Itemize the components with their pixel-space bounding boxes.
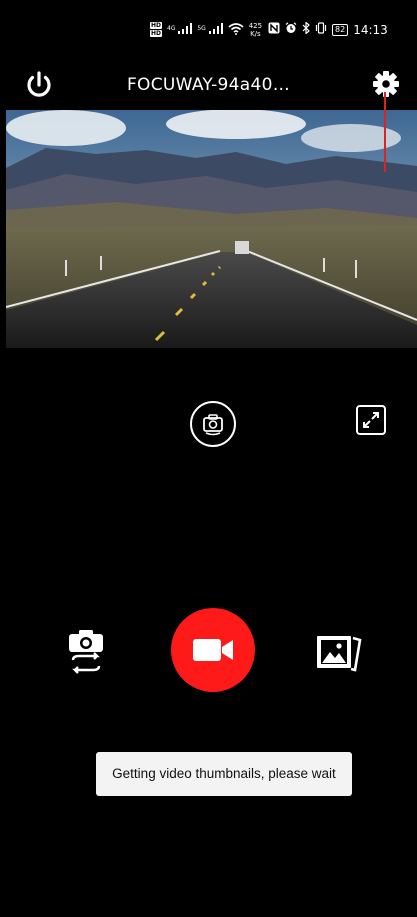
loading-toast: Getting video thumbnails, please wait (96, 752, 352, 796)
cell-signal-1-icon: 4G (167, 23, 193, 37)
gallery-button[interactable] (313, 630, 363, 672)
wifi-icon (228, 22, 244, 38)
clock: 14:13 (353, 22, 388, 37)
top-bar: FOCUWAY-94a40… (0, 62, 417, 106)
device-title: FOCUWAY-94a40… (126, 75, 291, 95)
fullscreen-button[interactable] (355, 404, 387, 436)
vibrate-icon (315, 22, 327, 37)
settings-button[interactable] (370, 68, 402, 100)
live-camera-preview[interactable] (6, 110, 417, 348)
gear-icon (373, 71, 399, 97)
hd-badge: HD HD (150, 22, 163, 37)
alarm-icon (285, 22, 297, 37)
bluetooth-icon (302, 21, 310, 37)
network-speed: 425 K/s (248, 22, 263, 38)
camera-switch-icon (203, 414, 223, 436)
status-bar: HD HD 4G 5G 425 K/s 82 14:13 (0, 21, 417, 44)
status-bar-right: 82 14:13 (268, 21, 388, 37)
gallery-icon (317, 636, 362, 672)
snapshot-button[interactable] (190, 401, 236, 447)
status-bar-left: HD HD 4G 5G 425 K/s (150, 22, 262, 38)
photo-mode-button[interactable] (67, 628, 105, 674)
video-camera-icon (193, 639, 233, 661)
nfc-icon (268, 22, 280, 37)
record-button[interactable] (171, 608, 255, 692)
camera-swap-icon (69, 630, 103, 674)
fullscreen-expand-icon (356, 405, 386, 435)
battery-indicator: 82 (332, 23, 349, 36)
cell-signal-2-icon: 5G (197, 23, 223, 37)
red-marker-line (384, 92, 386, 172)
road-landscape-image (6, 110, 417, 348)
